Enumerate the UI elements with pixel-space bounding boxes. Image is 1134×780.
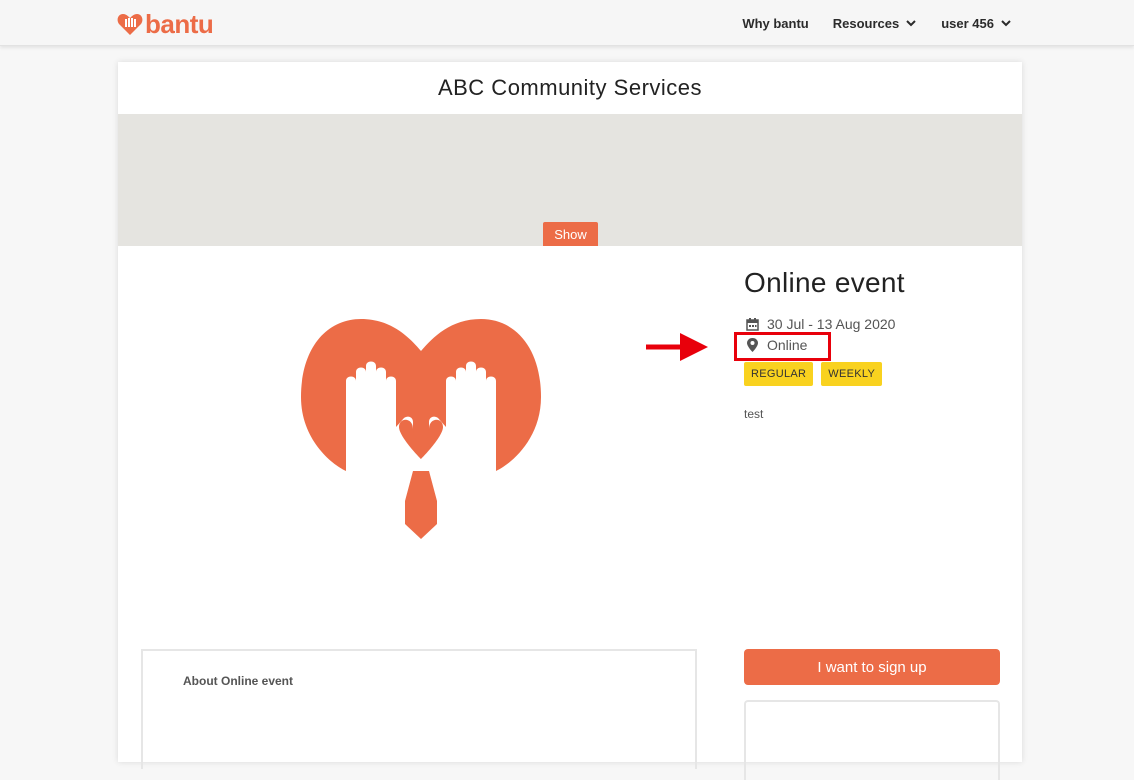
logo-text: bantu <box>145 9 214 39</box>
event-date-row: 30 Jul - 13 Aug 2020 <box>746 316 895 332</box>
bantu-logo[interactable]: bantu <box>117 9 214 39</box>
about-title: About Online event <box>183 674 294 688</box>
show-banner-button[interactable]: Show <box>543 222 598 246</box>
event-title: Online event <box>744 267 905 298</box>
nav-user-label: user 456 <box>941 15 994 31</box>
tag-weekly: WEEKLY <box>821 362 883 386</box>
top-navbar: bantu Why bantu Resources user 456 <box>0 0 1134 46</box>
main-nav: Why bantu Resources user 456 <box>742 0 1012 46</box>
nav-user-menu[interactable]: user 456 <box>941 16 1012 31</box>
event-description: test <box>744 407 764 421</box>
chevron-down-icon <box>906 20 916 27</box>
bantu-logo-icon <box>117 14 143 35</box>
event-card: ABC Community Services Show Online event… <box>118 62 1022 780</box>
arrow-right-icon <box>646 333 708 361</box>
nav-why-bantu[interactable]: Why bantu <box>742 16 808 31</box>
event-date-text: 30 Jul - 13 Aug 2020 <box>767 316 896 332</box>
chevron-down-icon <box>1001 20 1011 27</box>
tag-regular: REGULAR <box>744 362 814 386</box>
organization-title: ABC Community Services <box>437 75 703 100</box>
sign-up-button[interactable]: I want to sign up <box>744 649 1000 685</box>
event-tags: REGULAR WEEKLY <box>744 362 883 386</box>
details-panel <box>744 700 1000 780</box>
event-logo-image <box>301 319 541 539</box>
location-highlight-box <box>734 332 831 361</box>
nav-resources-dropdown[interactable]: Resources <box>833 16 917 31</box>
nav-resources-label: Resources <box>832 15 900 31</box>
nav-why-bantu-label: Why bantu <box>742 15 809 31</box>
about-section: About Online event <box>141 649 697 769</box>
calendar-icon <box>746 317 759 331</box>
